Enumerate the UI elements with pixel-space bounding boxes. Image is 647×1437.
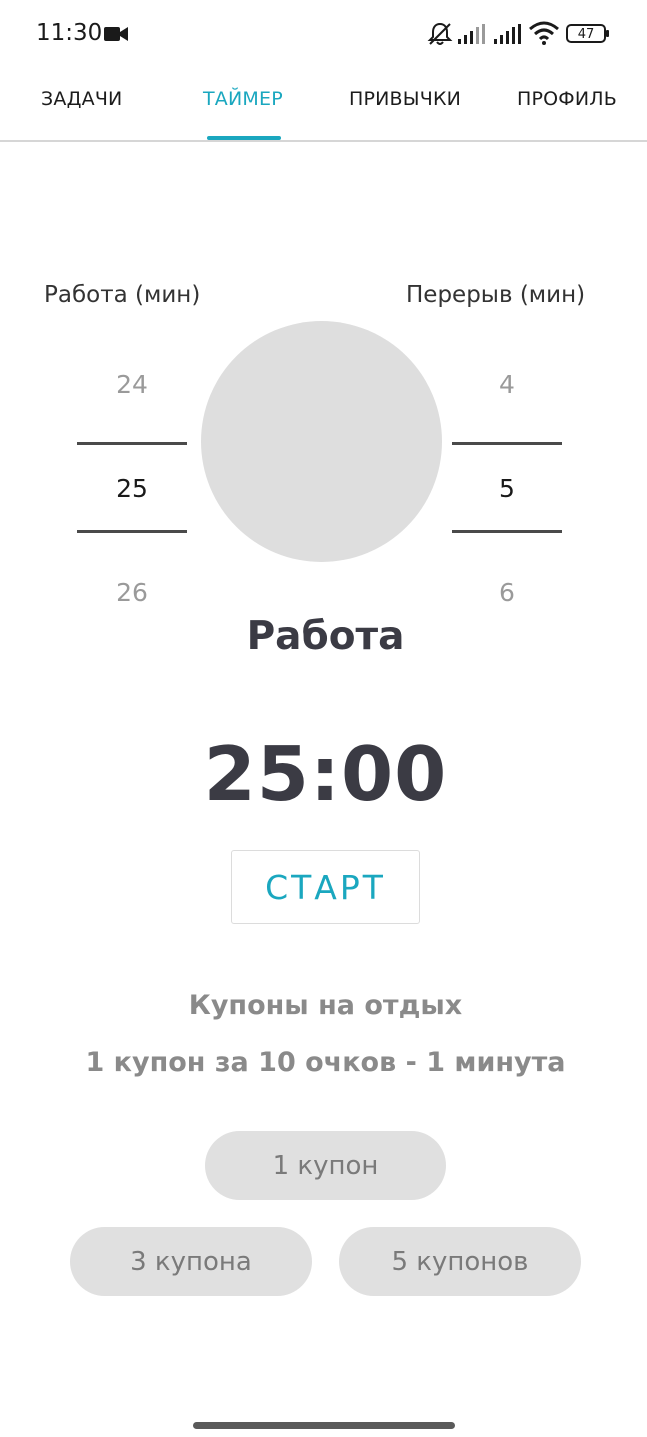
status-bar: 11:30 47 [0, 0, 647, 66]
picker-divider [452, 442, 562, 445]
timer-screen: 11:30 47 ЗАДАЧИ ТАЙМЕР ПРИВЫЧКИ ПРОФИЛЬ … [0, 0, 647, 1437]
break-picker-selected-value[interactable]: 5 [452, 474, 562, 503]
break-picker-prev-value[interactable]: 4 [452, 370, 562, 399]
battery-icon: 47 [566, 24, 609, 43]
battery-level: 47 [578, 27, 595, 42]
work-picker-next-value[interactable]: 26 [77, 578, 187, 607]
coupon-5-button[interactable]: 5 купонов [339, 1227, 581, 1296]
signal-icon [458, 24, 485, 44]
break-minutes-label: Перерыв (мин) [406, 282, 586, 308]
countdown-display: 25:00 [203, 730, 448, 818]
tab-profile[interactable]: ПРОФИЛЬ [517, 88, 617, 110]
video-camera-icon [104, 27, 128, 41]
tab-timer[interactable]: ТАЙМЕР [203, 88, 283, 110]
picker-divider [77, 442, 187, 445]
coupon-3-button[interactable]: 3 купона [70, 1227, 312, 1296]
signal-icon [494, 24, 521, 44]
break-minutes-picker[interactable]: 4 5 6 [452, 360, 562, 620]
timer-circle [201, 321, 442, 562]
work-minutes-label: Работа (мин) [44, 282, 201, 308]
work-picker-selected-value[interactable]: 25 [77, 474, 187, 503]
picker-divider [452, 530, 562, 533]
timer-phase-title: Работа [246, 614, 405, 659]
start-button[interactable]: СТАРТ [231, 850, 420, 924]
work-picker-prev-value[interactable]: 24 [77, 370, 187, 399]
status-time: 11:30 [36, 20, 103, 46]
wifi-icon [529, 21, 559, 45]
home-indicator[interactable] [193, 1422, 455, 1429]
active-tab-indicator [207, 136, 281, 140]
coupons-rate-text: 1 купон за 10 очков - 1 минута [85, 1047, 566, 1078]
bell-off-icon [427, 22, 453, 45]
work-minutes-picker[interactable]: 24 25 26 [77, 360, 187, 620]
coupon-1-button[interactable]: 1 купон [205, 1131, 446, 1200]
coupons-title: Купоны на отдых [188, 990, 463, 1021]
tab-habits[interactable]: ПРИВЫЧКИ [349, 88, 461, 110]
tab-bar: ЗАДАЧИ ТАЙМЕР ПРИВЫЧКИ ПРОФИЛЬ [0, 66, 647, 142]
picker-divider [77, 530, 187, 533]
tab-tasks[interactable]: ЗАДАЧИ [41, 88, 122, 110]
break-picker-next-value[interactable]: 6 [452, 578, 562, 607]
